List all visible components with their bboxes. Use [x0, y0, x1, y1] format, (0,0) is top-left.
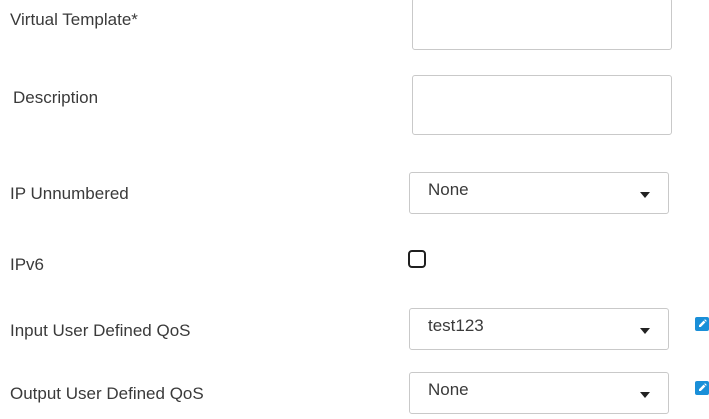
chevron-down-icon	[640, 392, 650, 398]
ip-unnumbered-selected-value: None	[428, 180, 469, 199]
chevron-down-icon	[640, 328, 650, 334]
output-qos-selected-value: None	[428, 380, 469, 399]
ipv6-label: IPv6	[10, 255, 45, 274]
ip-unnumbered-label: IP Unnumbered	[10, 184, 129, 203]
ipv6-checkbox[interactable]	[408, 250, 426, 268]
description-input[interactable]	[412, 75, 672, 135]
description-label: Description	[13, 88, 99, 107]
virtual-template-input[interactable]	[412, 0, 672, 50]
virtual-template-label: Virtual Template*	[10, 10, 138, 29]
ip-unnumbered-select[interactable]: None	[409, 172, 669, 214]
output-qos-select[interactable]: None	[409, 372, 669, 414]
input-qos-label: Input User Defined QoS	[10, 321, 191, 340]
edit-icon[interactable]	[695, 381, 709, 395]
input-qos-selected-value: test123	[428, 316, 484, 335]
edit-icon[interactable]	[695, 317, 709, 331]
output-qos-label: Output User Defined QoS	[10, 384, 204, 403]
input-qos-select[interactable]: test123	[409, 308, 669, 350]
chevron-down-icon	[640, 192, 650, 198]
